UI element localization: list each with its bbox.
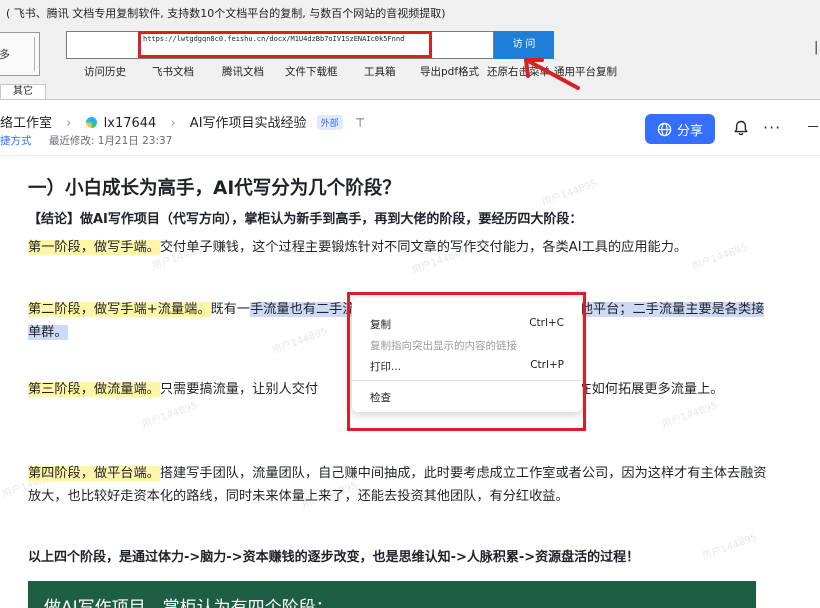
stage-2-text: 既有一 xyxy=(210,302,251,317)
watermark: 用户144895 xyxy=(140,400,199,431)
context-menu-print[interactable]: 打印... Ctrl+P xyxy=(370,359,564,374)
breadcrumb-user[interactable]: lx17644 xyxy=(104,116,157,131)
context-menu: 复制 Ctrl+C 复制指向突出显示的内容的链接 打印... Ctrl+P 检查 xyxy=(352,298,582,412)
menu-download-box[interactable]: 文件下载框 xyxy=(285,64,338,79)
stage-1-lead: 第一阶段，做写手端。 xyxy=(28,240,160,255)
breadcrumb-workspace[interactable]: 络工作室 xyxy=(0,116,52,131)
share-label: 分享 xyxy=(676,122,703,138)
right-edge-mark: | xyxy=(814,40,819,55)
copy-tool-window: ( 飞书、腾讯 文档专用复制软件, 支持数10个文档平台的复制, 与数百个网站的… xyxy=(0,0,820,100)
menu-toolbox[interactable]: 工具箱 xyxy=(364,64,396,79)
inspect-label: 检查 xyxy=(370,392,391,404)
chevron-right-icon: › xyxy=(66,116,72,131)
tab-other[interactable]: 其它 xyxy=(0,84,46,100)
green-banner: 做AI写作项目，掌柜认为有四个阶段： xyxy=(28,581,756,608)
stage-4-paragraph: 第四阶段，做平台端。搭建写手团队，流量团队，自己赚中间抽成，此时要考虑成立工作室… xyxy=(28,462,768,508)
red-arrow-icon xyxy=(524,58,580,90)
stage-4-lead: 第四阶段，做平台端。 xyxy=(28,466,160,481)
left-panel-edge xyxy=(34,37,35,71)
menu-visit-history[interactable]: 访问历史 xyxy=(84,64,126,79)
copy-link-label: 复制指向突出显示的内容的链接 xyxy=(370,340,517,352)
summary-text: 以上四个阶段，是通过体力->脑力->资本赚钱的逐步改变，也是思维认知->人脉积累… xyxy=(28,550,640,565)
stage-2-lead: 第二阶段，做写手端+流量端。 xyxy=(28,302,211,317)
left-panel-button[interactable]: 多 xyxy=(0,32,40,76)
print-label: 打印... xyxy=(370,361,402,373)
pin-icon[interactable]: ⊤ xyxy=(355,116,365,130)
doc-meta: 捷方式 最近修改: 1月21日 23:37 xyxy=(0,133,172,148)
section-heading: 一）小白成长为高手，AI代写分为几个阶段？ xyxy=(28,178,401,199)
stage-3-lead: 第三阶段，做流量端。 xyxy=(28,382,160,397)
context-menu-inspect[interactable]: 检查 xyxy=(370,390,564,405)
context-menu-divider xyxy=(352,380,582,381)
stage-1-paragraph: 第一阶段，做写手端。交付单子赚钱，这个过程主要锻炼针对不同文章的写作交付能力，各… xyxy=(28,236,768,259)
breadcrumb: 络工作室 › lx17644 › AI写作项目实战经验 外部 ⊤ xyxy=(0,112,365,131)
stage-1-text: 交付单子赚钱，这个过程主要锻炼针对不同文章的写作交付能力，各类AI工具的应用能力… xyxy=(159,240,688,255)
doc-title[interactable]: AI写作项目实战经验 xyxy=(190,116,307,131)
url-input[interactable]: https://lwtgdgqn8c0.feishu.cn/docx/M1U4d… xyxy=(66,31,494,59)
context-menu-copy[interactable]: 复制 Ctrl+C xyxy=(370,317,564,332)
visit-button[interactable]: 访 问 xyxy=(494,31,554,59)
external-badge: 外部 xyxy=(316,115,343,130)
context-menu-copy-link: 复制指向突出显示的内容的链接 xyxy=(370,338,564,353)
menu-feishu-docs[interactable]: 飞书文档 xyxy=(152,64,194,79)
menu-tencent-docs[interactable]: 腾讯文档 xyxy=(222,64,264,79)
header-edge-dash xyxy=(808,126,818,127)
print-shortcut: Ctrl+P xyxy=(530,359,564,371)
copy-shortcut: Ctrl+C xyxy=(529,317,564,329)
globe-icon xyxy=(657,122,672,136)
watermark: 用户144895 xyxy=(540,178,599,209)
user-avatar-icon xyxy=(85,117,97,128)
bell-icon[interactable] xyxy=(733,120,749,136)
tool-title: ( 飞书、腾讯 文档专用复制软件, 支持数10个文档平台的复制, 与数百个网站的… xyxy=(6,7,446,20)
copy-label: 复制 xyxy=(370,319,391,331)
share-button[interactable]: 分享 xyxy=(645,114,715,144)
last-modified: 最近修改: 1月21日 23:37 xyxy=(48,135,173,147)
watermark: 用户144895 xyxy=(700,532,759,563)
chevron-right-icon: › xyxy=(170,116,176,131)
watermark: 用户144895 xyxy=(660,400,719,431)
menu-export-pdf[interactable]: 导出pdf格式 xyxy=(420,64,479,79)
conclusion-text: 【结论】做AI写作项目（代写方向），掌柜认为新手到高手，再到大佬的阶段，要经历四… xyxy=(28,212,583,227)
stage-3-text-a: 只需要搞流量，让别人交付 xyxy=(159,382,319,397)
more-icon[interactable]: ··· xyxy=(763,118,781,137)
left-panel-label: 多 xyxy=(0,48,10,61)
shortcut-link[interactable]: 捷方式 xyxy=(0,135,32,147)
